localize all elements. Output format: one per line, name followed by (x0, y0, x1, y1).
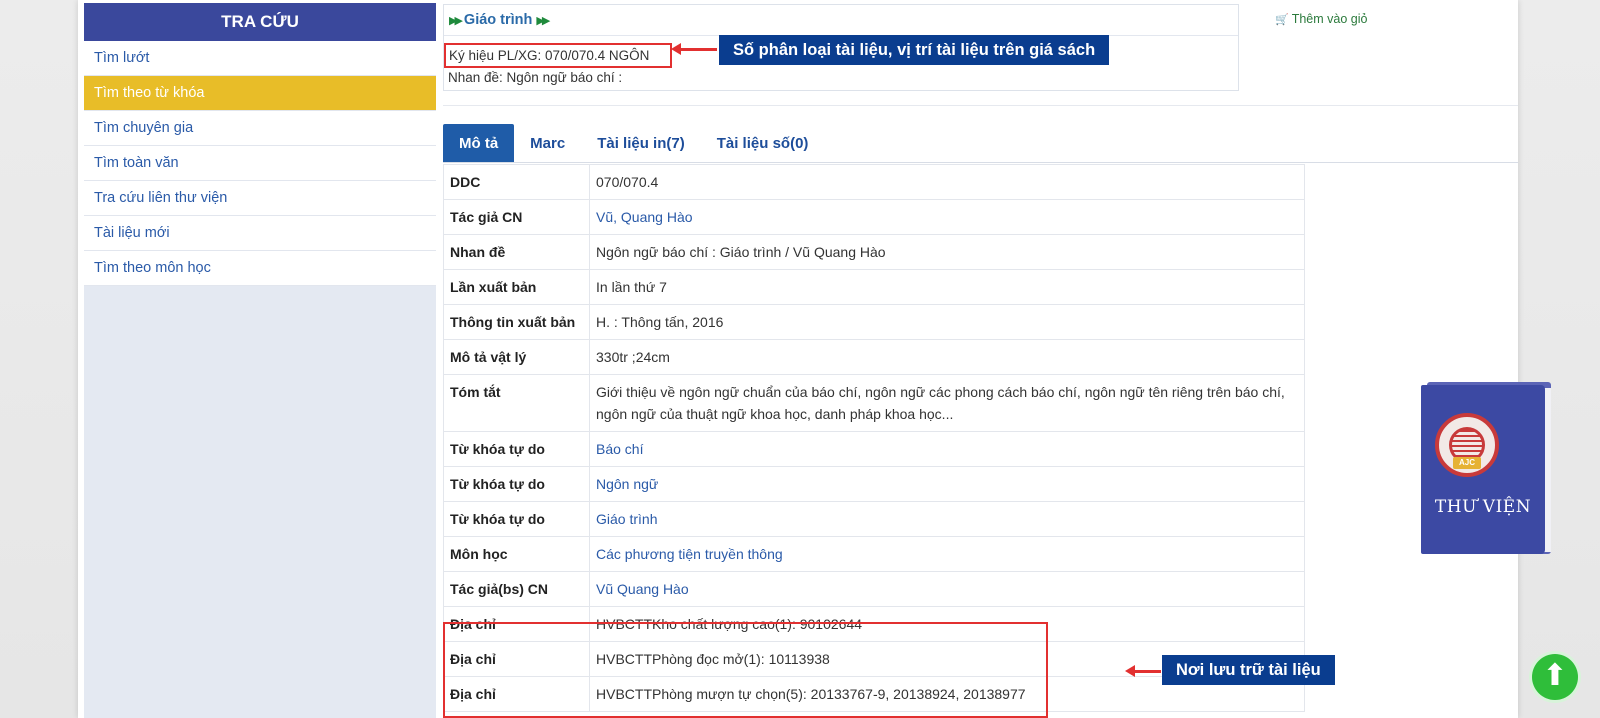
sidebar-item-keyword-search[interactable]: Tìm theo từ khóa (84, 76, 436, 111)
book-front: AJC THƯ VIỆN (1421, 385, 1545, 554)
field-value: H. : Thông tấn, 2016 (589, 304, 1305, 340)
table-row: Từ khóa tự do Ngôn ngữ (443, 466, 1305, 502)
annotation-arrow-location (1125, 665, 1161, 677)
sidebar-item-fulltext-search[interactable]: Tìm toàn văn (84, 146, 436, 181)
field-label: Tác giả(bs) CN (443, 571, 590, 607)
field-label: Nhan đề (443, 234, 590, 270)
tab-digital-documents[interactable]: Tài liệu số(0) (701, 124, 825, 163)
record-category-label[interactable]: Giáo trình (464, 12, 532, 28)
sidebar-item-browse[interactable]: Tìm lướt (84, 41, 436, 76)
table-row: Môn học Các phương tiện truyền thông (443, 536, 1305, 572)
table-row: Mô tả vật lý 330tr ;24cm (443, 339, 1305, 375)
field-value-link[interactable]: Vũ, Quang Hào (589, 199, 1305, 235)
seal-text: AJC (1453, 457, 1481, 469)
field-value: Giới thiệu về ngôn ngữ chuẩn của báo chí… (589, 374, 1305, 432)
cart-icon: 🛒 (1275, 14, 1289, 26)
table-row: Tác giả(bs) CN Vũ Quang Hào (443, 571, 1305, 607)
table-row: DDC 070/070.4 (443, 164, 1305, 200)
sidebar-item-new-documents[interactable]: Tài liệu mới (84, 216, 436, 251)
field-label: Địa chỉ (443, 606, 590, 642)
table-row: Tóm tắt Giới thiệu về ngôn ngữ chuẩn của … (443, 374, 1305, 432)
tab-description[interactable]: Mô tả (443, 124, 515, 163)
sidebar-menu: Tìm lướt Tìm theo từ khóa Tìm chuyên gia… (84, 41, 436, 286)
field-label: Tóm tắt (443, 374, 590, 432)
field-value: 330tr ;24cm (589, 339, 1305, 375)
record-detail-table: DDC 070/070.4 Tác giả CN Vũ, Quang Hào Nha… (443, 164, 1305, 712)
field-value-link[interactable]: Các phương tiện truyền thông (589, 536, 1305, 572)
sidebar-title: TRA CỨU (84, 3, 436, 41)
record-tabs: Mô tả Marc Tài liệu in(7) Tài liệu số(0) (443, 124, 824, 163)
field-label: Từ khóa tự do (443, 466, 590, 502)
main-content: ▶▶ Giáo trình ▶▶ Ký hiệu PL/XG: 070/070.4 … (443, 0, 1551, 718)
field-label: Tác giả CN (443, 199, 590, 235)
record-category: ▶▶ Giáo trình ▶▶ (444, 5, 1238, 36)
double-chevron-right-icon: ▶▶ (449, 15, 463, 27)
scroll-to-top-button[interactable]: ⬆ (1532, 654, 1578, 700)
tab-marc[interactable]: Marc (514, 124, 581, 163)
call-number: Ký hiệu PL/XG: 070/070.4 NGÔN (444, 43, 672, 68)
library-seal-icon: AJC (1435, 413, 1499, 477)
table-row: Từ khóa tự do Báo chí (443, 431, 1305, 467)
annotation-location-note: Nơi lưu trữ tài liệu (1162, 655, 1335, 685)
field-label: Địa chỉ (443, 641, 590, 677)
field-label: Môn học (443, 536, 590, 572)
table-row: Nhan đề Ngôn ngữ báo chí : Giáo trình / V… (443, 234, 1305, 270)
field-label: Từ khóa tự do (443, 431, 590, 467)
field-value: Ngôn ngữ báo chí : Giáo trình / Vũ Quang… (589, 234, 1305, 270)
annotation-call-number-note: Số phân loại tài liệu, vị trí tài liệu t… (719, 35, 1110, 65)
field-value-link[interactable]: Giáo trình (589, 501, 1305, 537)
sidebar-item-expert-search[interactable]: Tìm chuyên gia (84, 111, 436, 146)
field-label: DDC (443, 164, 590, 200)
table-row: Địa chỉ HVBCTTKho chất lượng cao(1): 9010… (443, 606, 1305, 642)
field-label: Lần xuất bản (443, 269, 590, 305)
field-label: Thông tin xuất bản (443, 304, 590, 340)
field-value-link[interactable]: Ngôn ngữ (589, 466, 1305, 502)
field-value-link[interactable]: Vũ Quang Hào (589, 571, 1305, 607)
sidebar-item-subject-search[interactable]: Tìm theo môn học (84, 251, 436, 286)
add-to-cart-label: Thêm vào giỏ (1291, 12, 1368, 26)
table-row: Tác giả CN Vũ, Quang Hào (443, 199, 1305, 235)
field-label: Mô tả vật lý (443, 339, 590, 375)
annotation-arrow-call-number (671, 43, 717, 55)
tabs-divider (443, 162, 1518, 163)
add-to-cart-link[interactable]: 🛒 Thêm vào giỏ (1275, 12, 1367, 26)
field-value-link[interactable]: Báo chí (589, 431, 1305, 467)
arrow-up-icon: ⬆ (1542, 659, 1568, 692)
double-chevron-right-icon: ▶▶ (536, 15, 550, 27)
sidebar-item-interlibrary-search[interactable]: Tra cứu liên thư viện (84, 181, 436, 216)
field-value: 070/070.4 (589, 164, 1305, 200)
field-value: HVBCTTKho chất lượng cao(1): 90102644 (589, 606, 1305, 642)
table-row: Lần xuất bản In lần thứ 7 (443, 269, 1305, 305)
record-title-line: Nhan đề: Ngôn ngữ báo chí : (448, 70, 623, 85)
table-row: Từ khóa tự do Giáo trình (443, 501, 1305, 537)
sidebar: TRA CỨU Tìm lướt Tìm theo từ khóa Tìm ch… (84, 3, 436, 718)
page: TRA CỨU Tìm lướt Tìm theo từ khóa Tìm ch… (78, 0, 1551, 718)
table-row: Thông tin xuất bản H. : Thông tấn, 2016 (443, 304, 1305, 340)
tab-print-documents[interactable]: Tài liệu in(7) (581, 124, 701, 163)
book-cover-image: AJC THƯ VIỆN (1421, 382, 1551, 554)
field-label: Địa chỉ (443, 676, 590, 712)
book-cover-title: THƯ VIỆN (1434, 497, 1532, 517)
field-value: In lần thứ 7 (589, 269, 1305, 305)
field-label: Từ khóa tự do (443, 501, 590, 537)
divider (443, 105, 1518, 106)
